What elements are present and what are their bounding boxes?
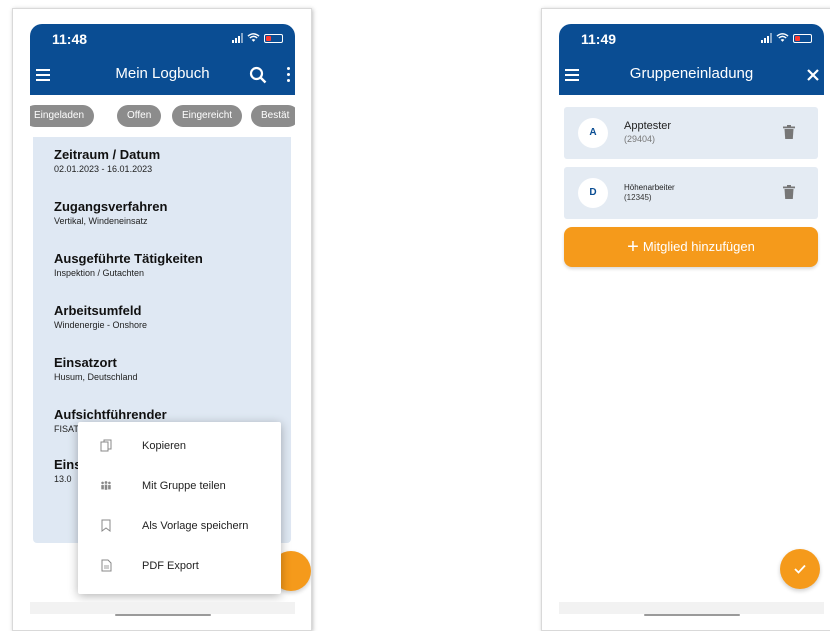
entry-value: Husum, Deutschland xyxy=(54,372,138,382)
chip-eingeladen[interactable]: Eingeladen xyxy=(30,105,95,127)
bottom-bar xyxy=(559,602,824,614)
entry-taetigkeiten: Ausgeführte Tätigkeiten Inspektion / Gut… xyxy=(54,251,203,278)
entry-value: Vertikal, Windeneinsatz xyxy=(54,216,148,226)
entry-value: 02.01.2023 - 16.01.2023 xyxy=(54,164,153,174)
menu-item-gruppe-teilen[interactable]: Mit Gruppe teilen xyxy=(78,467,281,507)
menu-item-pdf-export[interactable]: PDF Export xyxy=(78,547,281,587)
page-title: Gruppeneinladung xyxy=(629,65,754,82)
wifi-icon xyxy=(776,33,789,42)
entry-title: Einsatzort xyxy=(54,355,117,370)
entry-title: Arbeitsumfeld xyxy=(54,303,142,318)
member-row-hoehenarbeiter[interactable]: D Höhenarbeiter (12345) xyxy=(564,167,818,219)
member-id: (29404) xyxy=(624,134,656,144)
entry-zeitraum: Zeitraum / Datum 02.01.2023 - 16.01.2023 xyxy=(54,147,160,174)
app-bar: Gruppeneinladung xyxy=(559,57,824,95)
signal-icon xyxy=(761,33,772,43)
menu-item-label: Als Vorlage speichern xyxy=(142,520,249,532)
signal-icon xyxy=(232,33,243,43)
filter-chips: Eingeladen Offen Eingereicht Bestät xyxy=(30,105,295,129)
chip-eingereicht[interactable]: Eingereicht xyxy=(172,105,243,127)
member-name: Höhenarbeiter xyxy=(624,183,675,192)
entry-title: Aufsichtführender xyxy=(54,407,167,422)
check-icon xyxy=(794,564,806,574)
entry-value: Windenergie - Onshore xyxy=(54,320,148,330)
avatar: D xyxy=(578,178,608,208)
menu-item-label: PDF Export xyxy=(142,560,199,572)
close-icon[interactable] xyxy=(806,68,820,82)
confirm-button[interactable] xyxy=(780,549,820,589)
more-options-icon[interactable] xyxy=(287,67,291,83)
trash-icon[interactable] xyxy=(783,185,795,199)
wifi-icon xyxy=(247,33,260,42)
entry-title: Ausgeführte Tätigkeiten xyxy=(54,251,203,266)
add-member-button[interactable]: + Mitglied hinzufügen xyxy=(564,227,818,267)
battery-icon xyxy=(793,33,812,43)
entry-arbeitsumfeld: Arbeitsumfeld Windenergie - Onshore xyxy=(54,303,147,330)
search-icon[interactable] xyxy=(249,66,267,84)
chip-offen[interactable]: Offen xyxy=(117,105,162,127)
add-member-label: Mitglied hinzufügen xyxy=(642,239,755,254)
menu-item-kopieren[interactable]: Kopieren xyxy=(78,427,281,467)
status-bar: 11:48 xyxy=(30,24,295,58)
menu-item-vorlage[interactable]: Als Vorlage speichern xyxy=(78,507,281,547)
chip-bestaetigt[interactable]: Bestät xyxy=(251,105,295,127)
phone-screen-group-invite: 11:49 Gruppeneinladung A Apptester (2940… xyxy=(541,8,830,631)
status-bar: 11:49 xyxy=(559,24,824,58)
entry-einsatzort: Einsatzort Husum, Deutschland xyxy=(54,355,138,382)
copy-icon xyxy=(100,439,112,452)
member-row-apptester[interactable]: A Apptester (29404) xyxy=(564,107,818,159)
battery-icon xyxy=(264,33,283,43)
menu-item-label: Mit Gruppe teilen xyxy=(142,480,226,492)
status-icons xyxy=(232,33,283,43)
pdf-icon xyxy=(101,559,112,572)
home-indicator xyxy=(644,614,740,616)
member-id: (12345) xyxy=(624,193,652,202)
bookmark-icon xyxy=(101,519,111,532)
entry-zugangsverfahren: Zugangsverfahren Vertikal, Windeneinsatz xyxy=(54,199,167,226)
entry-value: Inspektion / Gutachten xyxy=(54,268,145,278)
home-indicator xyxy=(115,614,211,616)
entry-title: Zugangsverfahren xyxy=(54,199,168,214)
trash-icon[interactable] xyxy=(783,125,795,139)
plus-icon: + xyxy=(627,236,639,258)
status-time: 11:48 xyxy=(52,31,88,47)
avatar: A xyxy=(578,118,608,148)
status-time: 11:49 xyxy=(581,31,617,47)
entry-title: Zeitraum / Datum xyxy=(54,147,161,162)
app-bar: Mein Logbuch xyxy=(30,57,295,95)
member-name: Apptester xyxy=(624,120,672,132)
bottom-bar xyxy=(30,602,295,614)
status-icons xyxy=(761,33,812,43)
phone-screen-logbook: 11:48 Mein Logbuch Eingeladen Offen Eing… xyxy=(12,8,312,631)
menu-item-label: Kopieren xyxy=(142,440,187,452)
context-menu: Kopieren Mit Gruppe teilen Als Vorlage s… xyxy=(78,422,281,594)
group-icon xyxy=(101,481,111,490)
